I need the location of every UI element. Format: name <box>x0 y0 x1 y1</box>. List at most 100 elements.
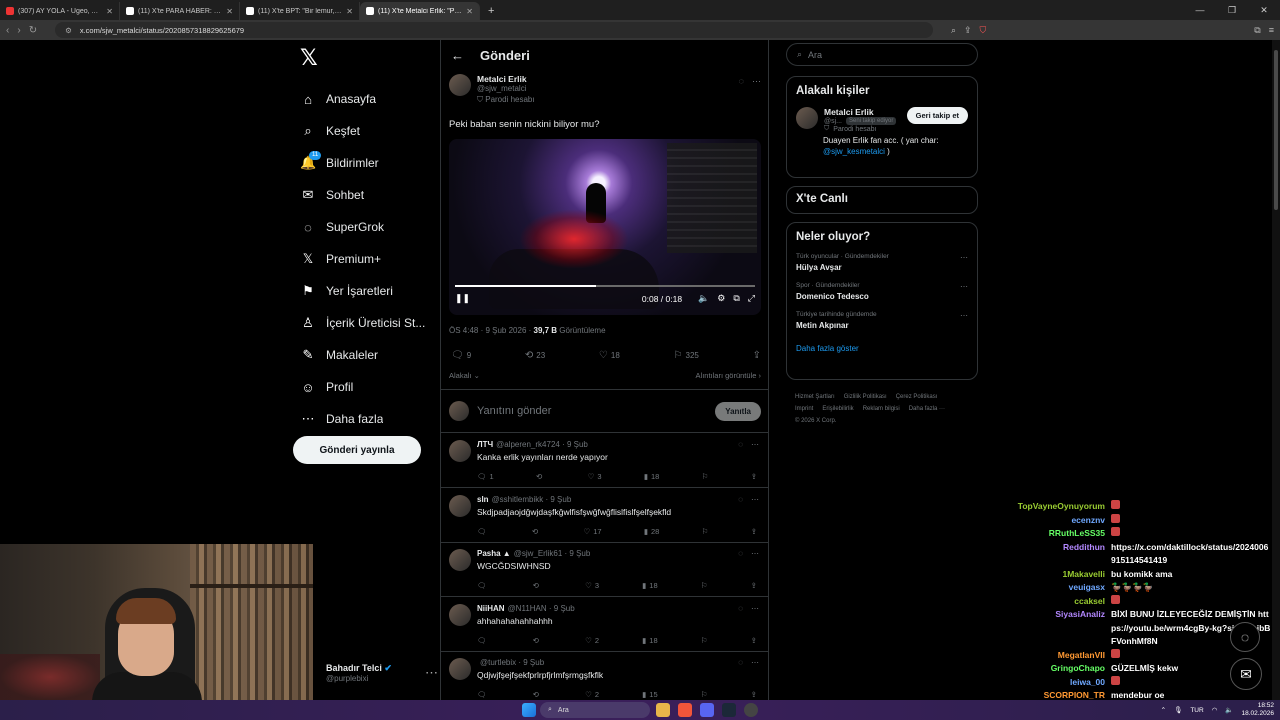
reply-avatar[interactable] <box>449 440 471 462</box>
reply-share-action[interactable]: ⇪ <box>751 636 757 645</box>
nav-item-premium[interactable]: 𝕏 Premium+ <box>292 243 432 275</box>
maximize-button[interactable]: ❐ <box>1216 0 1248 20</box>
grok-icon[interactable]: ◌ <box>738 604 743 613</box>
reply-avatar[interactable] <box>449 603 471 626</box>
pip-icon[interactable]: ⧉ <box>733 293 739 304</box>
reply-views-action[interactable]: ▮ 18 <box>642 636 657 645</box>
chat-username[interactable]: veuigasx <box>1000 581 1105 595</box>
reply-item[interactable]: @turtlebix · 9 Şub Qdjwjfşejfşekfprlrpfj… <box>441 652 769 706</box>
post-timestamp[interactable]: ÖS 4:48 · 9 Şub 2026 · <box>449 326 534 335</box>
reply-button[interactable]: Yanıtla <box>715 401 761 421</box>
reply-more-icon[interactable]: ⋯ <box>751 604 759 613</box>
minimize-button[interactable]: — <box>1184 0 1216 20</box>
tray-chevron-icon[interactable]: ⌃ <box>1161 706 1166 714</box>
speaker-icon[interactable]: 🔈 <box>1225 706 1233 714</box>
author-name[interactable]: Metalci Erlik <box>477 74 535 84</box>
browser-tab[interactable]: (11) X'te PARA HABER: "Erdoğan son... ✕ <box>120 2 240 20</box>
zoom-icon[interactable]: ⌕ <box>951 25 956 36</box>
new-tab-button[interactable]: + <box>480 2 502 20</box>
like-action[interactable]: ♡ 18 <box>599 350 620 361</box>
nav-item-supergrok[interactable]: ◌ SuperGrok <box>292 211 432 243</box>
reply-like-action[interactable]: ♡ 2 <box>585 636 599 645</box>
mic-icon[interactable]: 🎙 <box>1174 706 1182 714</box>
forward-nav-icon[interactable]: › <box>17 25 20 36</box>
relevance-filter[interactable]: Alakalı ⌄ <box>449 371 480 380</box>
reply-more-icon[interactable]: ⋯ <box>751 495 759 504</box>
bio-link[interactable]: @sjw_kesmetalci <box>823 147 885 156</box>
brave-shield-icon[interactable]: ⛉ <box>980 25 987 36</box>
windows-start-icon[interactable] <box>522 703 536 717</box>
reply-share-action[interactable]: ⇪ <box>751 690 757 699</box>
reply-retweet-action[interactable]: ⟲ <box>532 527 541 536</box>
file-explorer-icon[interactable] <box>656 703 670 717</box>
nav-item-creator-studio[interactable]: ♙ İçerik Üreticisi St... <box>292 307 432 339</box>
post-video[interactable]: ❚❚ 0:08 / 0:18 🔈 ⚙ ⧉ ⤢ <box>449 139 761 315</box>
grok-icon[interactable]: ◌ <box>738 440 743 449</box>
nav-item-chat[interactable]: ✉ Sohbet <box>292 179 432 211</box>
related-avatar[interactable] <box>796 107 818 129</box>
reply-retweet-action[interactable]: ⟲ <box>536 472 545 481</box>
grok-icon[interactable]: ◌ <box>739 76 744 87</box>
trend-item[interactable]: Türk oyuncular · Gündemdekiler Hülya Avşa… <box>796 253 968 272</box>
x-logo-icon[interactable]: 𝕏 <box>300 46 432 71</box>
reply-retweet-action[interactable]: ⟲ <box>533 581 542 590</box>
reply-reply-action[interactable]: 🗨 <box>477 636 490 645</box>
fullscreen-icon[interactable]: ⤢ <box>748 293 755 304</box>
share-icon[interactable]: ⇪ <box>964 25 972 36</box>
reply-like-action[interactable]: ♡ 3 <box>585 581 599 590</box>
reply-views-action[interactable]: ▮ 28 <box>644 527 659 536</box>
reply-reply-action[interactable]: 🗨 <box>477 581 490 590</box>
reply-item[interactable]: ЛТЧ @alperen_rk4724 · 9 Şub Kanka erlik y… <box>441 434 769 488</box>
extensions-icon[interactable]: ⧉ <box>1254 25 1260 36</box>
reply-like-action[interactable]: ♡ 3 <box>588 472 602 481</box>
pause-icon[interactable]: ❚❚ <box>455 293 470 304</box>
footer-link[interactable]: Gizlilik Politikası <box>844 394 887 400</box>
steam-icon[interactable] <box>722 703 736 717</box>
search-input[interactable]: Ara <box>808 50 822 60</box>
reply-avatar[interactable] <box>449 658 471 680</box>
reply-views-action[interactable]: ▮ 18 <box>642 581 657 590</box>
follow-back-button[interactable]: Geri takip et <box>906 107 968 124</box>
chat-username[interactable]: TopVayneOynuyorum <box>1000 500 1105 514</box>
chat-username[interactable]: ccaksel <box>1000 595 1105 609</box>
browser-tab[interactable]: (307) AY YOLA - Ugeo, Album Ural B... ✕ <box>0 2 120 20</box>
live-card[interactable]: X'te Canlı <box>786 186 978 214</box>
chat-username[interactable]: RRuthLeSS35 <box>1000 527 1105 541</box>
reply-reply-action[interactable]: 🗨 <box>477 527 490 536</box>
taskbar-search[interactable]: ⌕ Ara <box>540 702 650 718</box>
nav-item-explore[interactable]: ⌕ Keşfet <box>292 115 432 147</box>
account-more-icon[interactable]: ⋯ <box>425 665 438 681</box>
chat-username[interactable]: Reddithun <box>1000 541 1105 568</box>
tab-close-icon[interactable]: ✕ <box>466 7 473 16</box>
messages-fab-icon[interactable]: ✉ <box>1230 658 1262 690</box>
author-handle[interactable]: @sjw_metalci <box>477 84 535 93</box>
discord-icon[interactable] <box>700 703 714 717</box>
reply-avatar[interactable] <box>449 549 471 571</box>
reply-retweet-action[interactable]: ⟲ <box>533 636 542 645</box>
reply-item[interactable]: sln @sshitlembikk · 9 Şub Skdjpadjaojdğwj… <box>441 489 769 543</box>
chat-username[interactable]: SiyasiAnaliz <box>1000 608 1105 649</box>
close-window-button[interactable]: ✕ <box>1248 0 1280 20</box>
brave-browser-icon[interactable] <box>678 703 692 717</box>
clock[interactable]: 18:52 18.02.2026 <box>1241 702 1274 718</box>
reply-author[interactable]: NiiHAN <box>477 604 505 613</box>
grok-icon[interactable]: ◌ <box>738 495 743 504</box>
back-arrow-icon[interactable]: ← <box>451 48 464 63</box>
reply-share-action[interactable]: ⇪ <box>751 527 757 536</box>
nav-item-profile[interactable]: ☺ Profil <box>292 371 432 403</box>
trend-more-icon[interactable]: ⋯ <box>960 311 968 320</box>
post-more-icon[interactable]: ⋯ <box>752 76 761 87</box>
reply-author[interactable]: sln <box>477 495 489 504</box>
footer-link[interactable]: Reklam bilgisi <box>863 406 900 412</box>
chat-username[interactable]: ecenznv <box>1000 514 1105 528</box>
tab-close-icon[interactable]: ✕ <box>226 7 233 16</box>
reply-share-action[interactable]: ⇪ <box>751 581 757 590</box>
site-info-icon[interactable]: ⚙ <box>65 26 72 35</box>
chat-username[interactable]: GringoChapo <box>1000 662 1105 676</box>
nav-item-notifications[interactable]: 🔔 Bildirimler 11 <box>292 147 432 179</box>
reply-views-action[interactable]: ▮ 18 <box>644 472 659 481</box>
browser-tab[interactable]: (11) X'te BPT: "Bir lemur, kollarını aç.… <box>240 2 360 20</box>
reply-item[interactable]: NiiHAN @N11HAN · 9 Şub ahhahahahahhahhh 🗨… <box>441 598 769 652</box>
footer-link[interactable]: Daha fazla ··· <box>909 406 945 412</box>
reply-author[interactable]: ЛТЧ <box>477 440 493 449</box>
